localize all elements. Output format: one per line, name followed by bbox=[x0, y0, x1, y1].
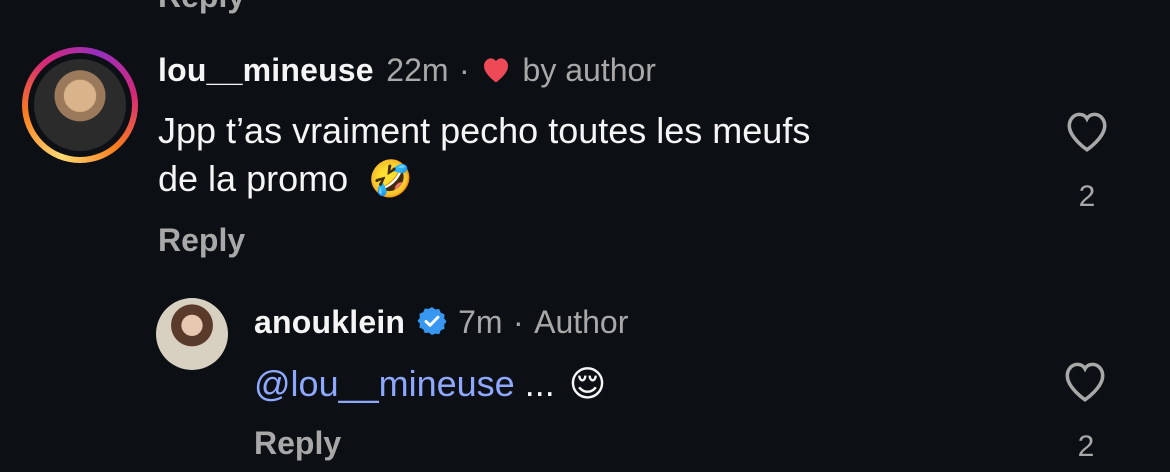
separator: · bbox=[512, 304, 524, 340]
timestamp: 7m bbox=[458, 304, 503, 340]
mention-link[interactable]: @lou__mineuse bbox=[254, 363, 515, 404]
timestamp: 22m bbox=[386, 52, 449, 88]
like-count: 2 bbox=[1077, 430, 1095, 463]
like-heart-icon[interactable] bbox=[1062, 108, 1112, 154]
like-count: 2 bbox=[1078, 180, 1096, 213]
reply-button[interactable]: Reply bbox=[158, 222, 245, 259]
comment-text: Jpp t’as vraiment pecho toutes les meufs… bbox=[158, 107, 1018, 203]
avatar[interactable] bbox=[156, 298, 228, 370]
previous-reply-link[interactable]: Reply bbox=[158, 0, 245, 15]
red-heart-icon bbox=[480, 54, 512, 89]
relieved-face-emoji: 😌 bbox=[568, 363, 607, 404]
comment-header: lou__mineuse 22m · by author bbox=[158, 52, 656, 89]
comment-header: anouklein 7m · Author bbox=[254, 304, 628, 342]
comment-text-segment: de la promo bbox=[158, 158, 349, 199]
reply-button[interactable]: Reply bbox=[254, 425, 341, 462]
rolling-laughing-emoji: 🤣 bbox=[368, 158, 413, 199]
comment-text-line: Jpp t’as vraiment pecho toutes les meufs bbox=[158, 110, 811, 151]
verified-badge-icon bbox=[416, 305, 448, 342]
separator: · bbox=[458, 52, 470, 88]
comment-text-line: de la promo 🤣 bbox=[158, 155, 1018, 203]
author-label: Author bbox=[534, 304, 629, 340]
username[interactable]: anouklein bbox=[254, 304, 405, 340]
like-heart-icon[interactable] bbox=[1060, 358, 1110, 404]
comment-text: @lou__mineuse ... 😌 bbox=[254, 360, 606, 408]
avatar[interactable] bbox=[34, 59, 126, 151]
liked-by-author-label: by author bbox=[522, 52, 656, 88]
comment-text-segment: ... bbox=[514, 363, 555, 404]
username[interactable]: lou__mineuse bbox=[158, 52, 374, 88]
